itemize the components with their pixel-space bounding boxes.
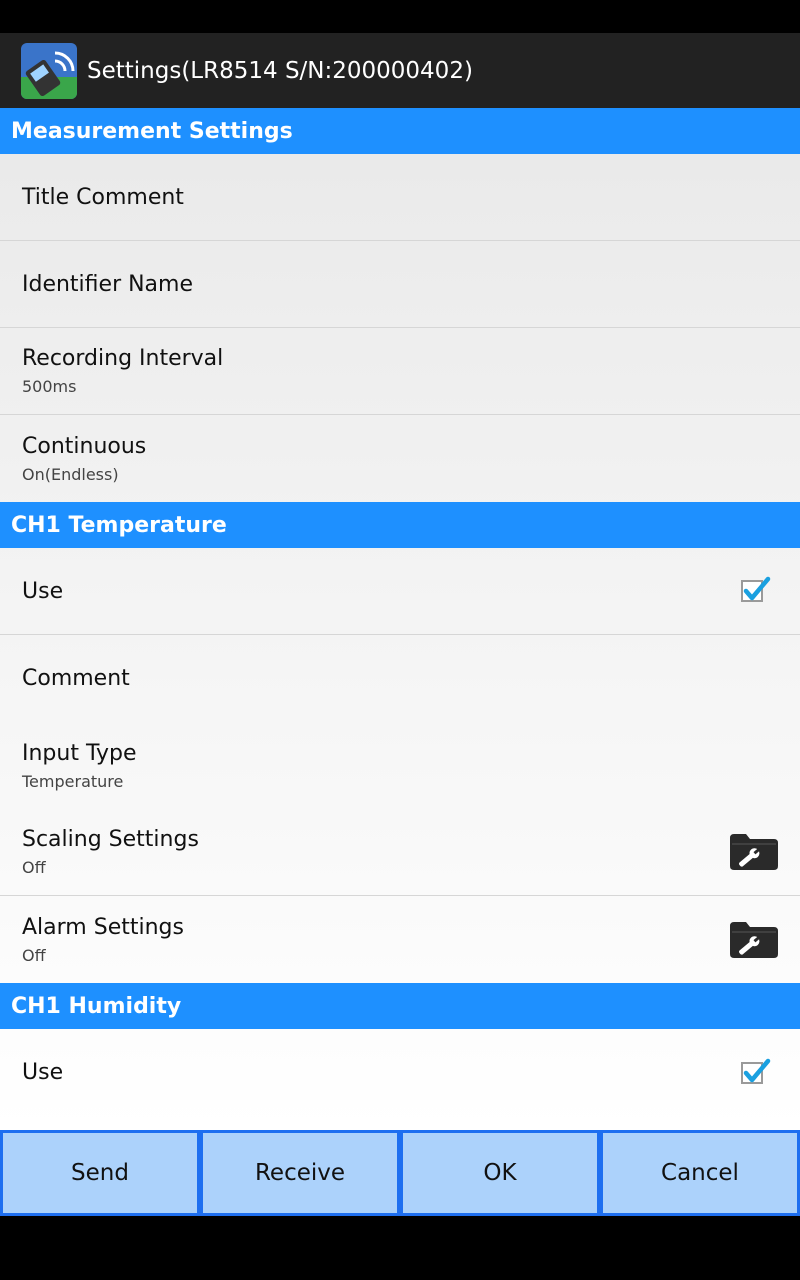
row-label: Continuous <box>22 433 147 459</box>
row-value: Off <box>22 945 46 965</box>
row-label: Use <box>22 1060 64 1085</box>
send-button[interactable]: Send <box>3 1133 197 1213</box>
row-input-type[interactable]: Input Type Temperature <box>0 722 800 809</box>
navigation-bar <box>0 1216 800 1280</box>
window-title: Settings(LR8514 S/N:200000402) <box>87 57 473 84</box>
receive-button[interactable]: Receive <box>203 1133 397 1213</box>
row-label: Recording Interval <box>22 346 224 371</box>
ok-button[interactable]: OK <box>403 1133 597 1213</box>
row-label: Scaling Settings <box>22 827 199 852</box>
checkmark-icon <box>743 1058 771 1082</box>
row-value: 500ms <box>22 377 77 396</box>
row-alarm-settings[interactable]: Alarm Settings Off <box>0 896 800 983</box>
row-value: On(Endless) <box>22 464 119 484</box>
use-checkbox[interactable] <box>741 576 771 602</box>
row-label: Identifier Name <box>22 271 194 297</box>
row-label: Input Type <box>22 740 137 766</box>
settings-list[interactable]: Measurement Settings Title Comment Ident… <box>0 108 800 1130</box>
cancel-button[interactable]: Cancel <box>603 1133 797 1213</box>
wireless-logger-icon <box>21 42 77 99</box>
row-label: Use <box>22 578 64 604</box>
button-bar: Send Receive OK Cancel <box>0 1130 800 1216</box>
section-header-measurement: Measurement Settings <box>0 108 800 154</box>
row-ch1-temp-comment[interactable]: Comment <box>0 635 800 722</box>
row-value: Temperature <box>22 771 124 791</box>
wrench-folder-icon[interactable] <box>728 832 780 872</box>
row-label: Comment <box>22 666 130 691</box>
row-title-comment[interactable]: Title Comment <box>0 154 800 241</box>
checkmark-icon <box>743 576 771 601</box>
row-label: Title Comment <box>22 184 184 210</box>
row-ch1-humidity-use[interactable]: Use <box>0 1029 800 1116</box>
status-bar <box>0 0 800 33</box>
row-scaling-settings[interactable]: Scaling Settings Off <box>0 809 800 896</box>
row-recording-interval[interactable]: Recording Interval 500ms <box>0 328 800 415</box>
row-ch1-temp-use[interactable]: Use <box>0 548 800 635</box>
section-header-ch1-humidity: CH1 Humidity <box>0 983 800 1029</box>
section-header-ch1-temperature: CH1 Temperature <box>0 502 800 548</box>
use-checkbox[interactable] <box>741 1058 771 1084</box>
row-label: Alarm Settings <box>22 914 184 940</box>
title-bar: Settings(LR8514 S/N:200000402) <box>0 33 800 108</box>
row-identifier-name[interactable]: Identifier Name <box>0 241 800 328</box>
row-value: Off <box>22 858 46 877</box>
wrench-folder-icon[interactable] <box>728 920 780 960</box>
row-continuous[interactable]: Continuous On(Endless) <box>0 415 800 502</box>
